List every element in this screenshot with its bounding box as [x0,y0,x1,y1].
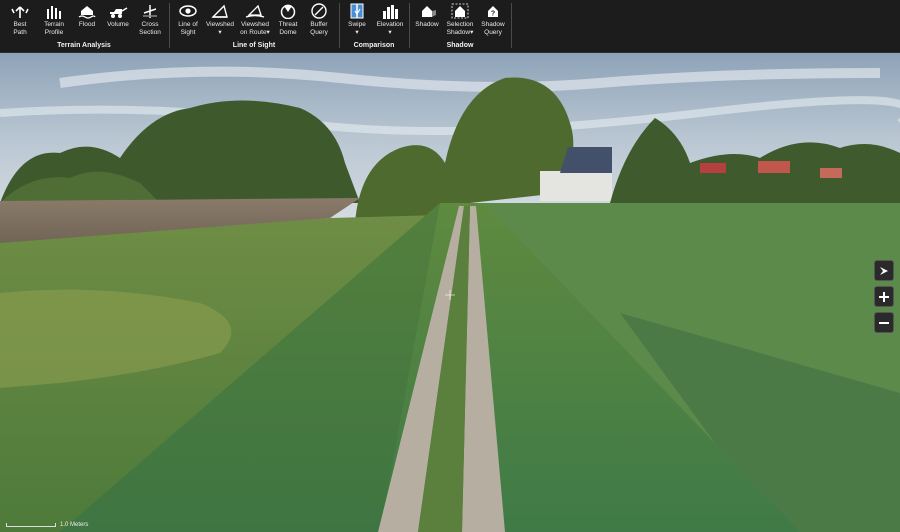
zoom-out-icon [879,321,889,324]
swipe-label: Swipe ▾ [348,21,366,36]
shadow-icon [422,6,436,17]
compass-button[interactable] [874,260,894,281]
viewshed-on-route-button[interactable]: Viewshed on Route▾ [238,3,272,39]
red-roof [700,163,726,173]
swipe-icon [350,3,364,19]
ribbon-separator [339,3,340,48]
scale-bar-label: 1.0 Meters [60,522,89,528]
zoom-out-button[interactable] [874,312,894,333]
swipe-button[interactable]: Swipe ▾ [343,3,371,39]
best-path-label: Best Path [13,21,27,36]
selection-shadow-icon [451,3,469,19]
crosshair-icon [445,290,455,300]
flood-button[interactable]: Flood [74,3,100,39]
red-roof [820,168,842,178]
best-path-button[interactable]: Best Path [6,3,34,39]
group-label-shadow: Shadow [446,42,474,49]
map-3d-viewport[interactable]: 1.0 Meters [0,53,900,532]
ribbon-separator [511,3,512,48]
viewshed-button[interactable]: Viewshed ▾ [205,3,235,39]
viewshed-on-route-label: Viewshed on Route▾ [240,21,270,36]
viewshed-icon [211,4,228,18]
group-shadow: Shadow Selection Shadow▾ ? Shadow Query … [411,0,509,52]
viewshed-label: Viewshed ▾ [205,21,235,36]
group-terrain-analysis: Best Path Terrain Profile Flood Volume C… [2,0,166,52]
buffer-query-icon [311,3,327,19]
line-of-sight-button[interactable]: Line of Sight [174,3,202,39]
shadow-query-button[interactable]: ? Shadow Query [478,3,508,39]
volume-icon [110,7,128,18]
cross-section-label: Cross Section [139,21,161,36]
red-roof [758,161,790,173]
compass-arrow-icon [880,266,888,275]
house [540,171,612,201]
line-of-sight-icon [179,5,197,17]
group-label-terrain-analysis: Terrain Analysis [57,42,111,49]
ribbon-toolbar: Best Path Terrain Profile Flood Volume C… [0,0,900,53]
group-label-line-of-sight: Line of Sight [232,42,276,49]
terrain-profile-button[interactable]: Terrain Profile [38,3,70,39]
group-comparison: Swipe ▾ Elevation ▾ Comparison [341,0,407,52]
volume-button[interactable]: Volume [104,3,132,39]
threat-dome-label: Threat Dome [278,21,298,36]
zoom-in-icon [879,291,889,302]
line-of-sight-label: Line of Sight [178,21,198,36]
scale-bar-line [6,523,56,527]
svg-text:?: ? [491,11,495,18]
terrain-profile-icon [47,6,61,19]
cross-section-button[interactable]: Cross Section [136,3,164,39]
group-line-of-sight: Line of Sight Viewshed ▾ Viewshed on Rou… [172,0,336,52]
elevation-icon [383,5,398,19]
selection-shadow-button[interactable]: Selection Shadow▾ [444,3,476,39]
volume-label: Volume [107,21,129,28]
house-roof [560,147,612,173]
best-path-icon [11,6,29,18]
flood-label: Flood [78,21,96,28]
buffer-query-button[interactable]: Buffer Query [305,3,333,39]
group-label-comparison: Comparison [353,42,395,49]
elevation-label: Elevation ▾ [376,21,404,36]
ribbon-separator [169,3,170,48]
shadow-button[interactable]: Shadow [413,3,441,39]
threat-dome-button[interactable]: Threat Dome [274,3,302,39]
terrain-profile-label: Terrain Profile [44,21,64,36]
elevation-button[interactable]: Elevation ▾ [374,3,406,39]
shadow-label: Shadow [415,21,439,28]
cross-section-icon [143,5,157,18]
scale-bar: 1.0 Meters [6,522,88,528]
viewshed-route-icon [245,4,265,18]
zoom-in-button[interactable] [874,286,894,307]
ribbon-separator [409,3,410,48]
selection-shadow-label: Selection Shadow▾ [446,21,474,36]
flood-icon [78,6,96,19]
threat-dome-icon [280,4,296,19]
shadow-query-icon: ? [488,6,498,18]
buffer-query-label: Buffer Query [310,21,328,36]
shadow-query-label: Shadow Query [481,21,505,36]
